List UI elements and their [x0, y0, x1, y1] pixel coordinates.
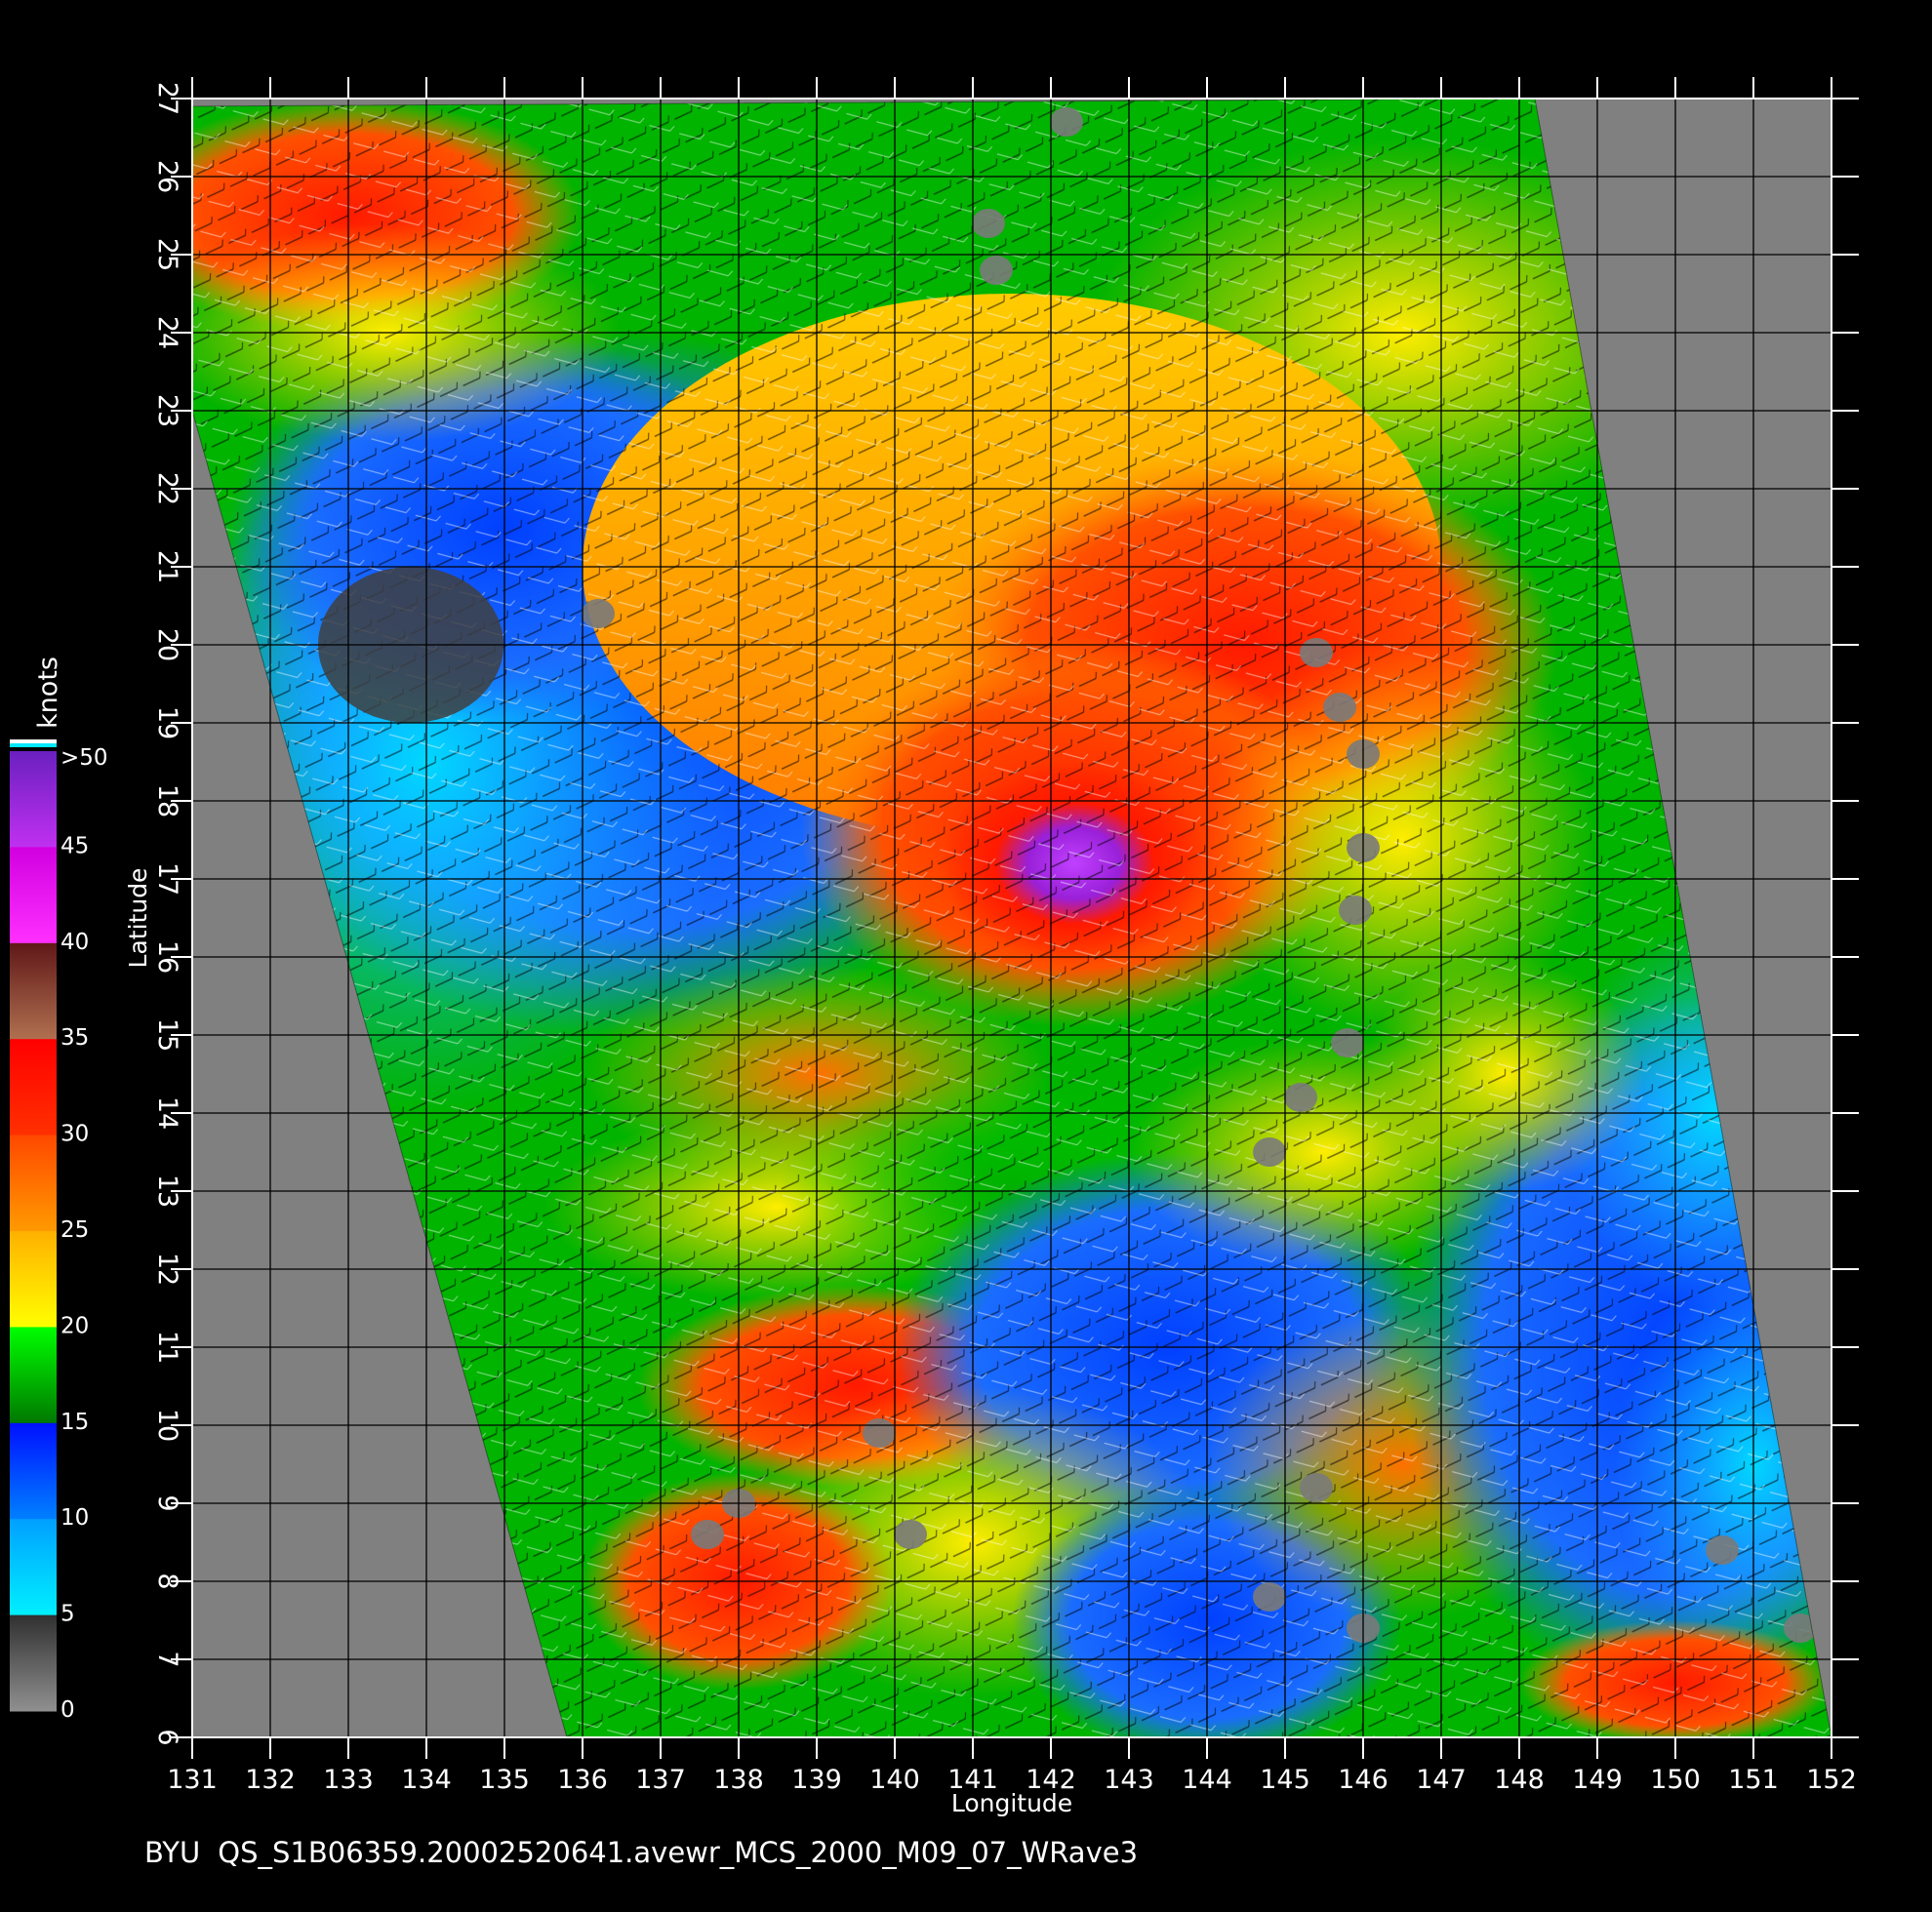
colorbar-tick-label: 10 — [60, 1505, 89, 1531]
colorbar-tick-label: 5 — [60, 1602, 75, 1627]
x-tick-label: 148 — [1494, 1765, 1545, 1795]
y-tick-label: 19 — [152, 706, 182, 739]
x-tick-label: 139 — [791, 1765, 842, 1795]
y-tick-label: 11 — [152, 1331, 182, 1364]
colorbar-tick-label: 20 — [60, 1313, 89, 1338]
x-tick-label: 147 — [1416, 1765, 1467, 1795]
colorbar-tick-label: 0 — [60, 1697, 75, 1723]
x-axis-label: Longitude — [951, 1789, 1072, 1817]
x-tick-label: 137 — [635, 1765, 686, 1795]
y-tick-label: 22 — [152, 472, 182, 505]
colorbar-segment — [10, 1614, 57, 1712]
x-tick-label: 138 — [713, 1765, 764, 1795]
colorbar-segment — [10, 847, 57, 944]
x-tick-label: 150 — [1650, 1765, 1701, 1795]
y-tick-label: 20 — [152, 628, 182, 661]
colorbar-segment — [10, 1135, 57, 1232]
y-tick-label: 17 — [152, 862, 182, 896]
x-tick-label: 151 — [1728, 1765, 1779, 1795]
institution-label: BYU — [144, 1836, 201, 1869]
y-tick-label: 15 — [152, 1018, 182, 1052]
product-caption: BYU QS_S1B06359.20002520641.avewr_MCS_200… — [144, 1836, 1155, 1869]
y-tick-label: 9 — [152, 1494, 182, 1511]
y-axis-label: Latitude — [124, 868, 152, 969]
colorbar: >50 45 40 35 30 25 20 15 10 5 0 — [10, 739, 108, 1723]
colorbar-segment — [10, 1519, 57, 1616]
x-tick-label: 140 — [869, 1765, 920, 1795]
x-tick-label: 134 — [401, 1765, 452, 1795]
y-tick-label: 25 — [152, 238, 182, 271]
y-tick-label: 26 — [152, 160, 182, 193]
x-tick-label: 149 — [1572, 1765, 1623, 1795]
x-tick-label: 143 — [1104, 1765, 1154, 1795]
colorbar-cap-white — [10, 739, 57, 743]
colorbar-tick-label: 25 — [60, 1217, 89, 1243]
y-tick-label: 16 — [152, 940, 182, 974]
colorbar-segment — [10, 1422, 57, 1520]
x-tick-label: 146 — [1338, 1765, 1389, 1795]
colorbar-tick-label: 15 — [60, 1410, 89, 1435]
x-tick-label: 145 — [1260, 1765, 1310, 1795]
colorbar-tick-label: 35 — [60, 1025, 89, 1051]
colorbar-tick-label: 30 — [60, 1122, 89, 1147]
y-tick-label: 7 — [152, 1651, 182, 1667]
colorbar-segment — [10, 942, 57, 1040]
y-tick-label: 13 — [152, 1175, 182, 1208]
colorbar-tick-label: >50 — [60, 745, 108, 771]
colorbar-title: knots — [33, 657, 63, 729]
colorbar-tick-label: 45 — [60, 833, 89, 858]
x-tick-label: 144 — [1182, 1765, 1232, 1795]
y-tick-label: 10 — [152, 1409, 182, 1442]
wind-speed-map-figure: 131 132 133 134 135 136 137 138 139 140 141 142 143 1… — [10, 77, 1859, 1817]
x-tick-label: 133 — [323, 1765, 374, 1795]
x-tick-label: 132 — [245, 1765, 296, 1795]
y-tick-label: 21 — [152, 550, 182, 583]
x-tick-label: 131 — [167, 1765, 218, 1795]
x-tick-label: 135 — [479, 1765, 530, 1795]
y-tick-label: 23 — [152, 394, 182, 427]
colorbar-tick-label: 40 — [60, 930, 89, 955]
y-tick-label: 18 — [152, 784, 182, 817]
colorbar-segment — [10, 751, 57, 848]
colorbar-cap-cyan — [10, 743, 57, 747]
y-tick-label: 8 — [152, 1573, 182, 1589]
y-tick-label: 12 — [152, 1253, 182, 1286]
x-tick-label: 152 — [1806, 1765, 1857, 1795]
product-id: QS_S1B06359.20002520641.avewr_MCS_2000_M… — [218, 1836, 1139, 1869]
y-tick-label: 24 — [152, 316, 182, 349]
colorbar-segment — [10, 1039, 57, 1136]
y-tick-label: 6 — [152, 1729, 182, 1745]
x-tick-label: 136 — [557, 1765, 608, 1795]
colorbar-segment — [10, 1231, 57, 1328]
colorbar-segment — [10, 1327, 57, 1424]
y-tick-label: 14 — [152, 1096, 182, 1130]
y-tick-label: 27 — [152, 82, 182, 115]
